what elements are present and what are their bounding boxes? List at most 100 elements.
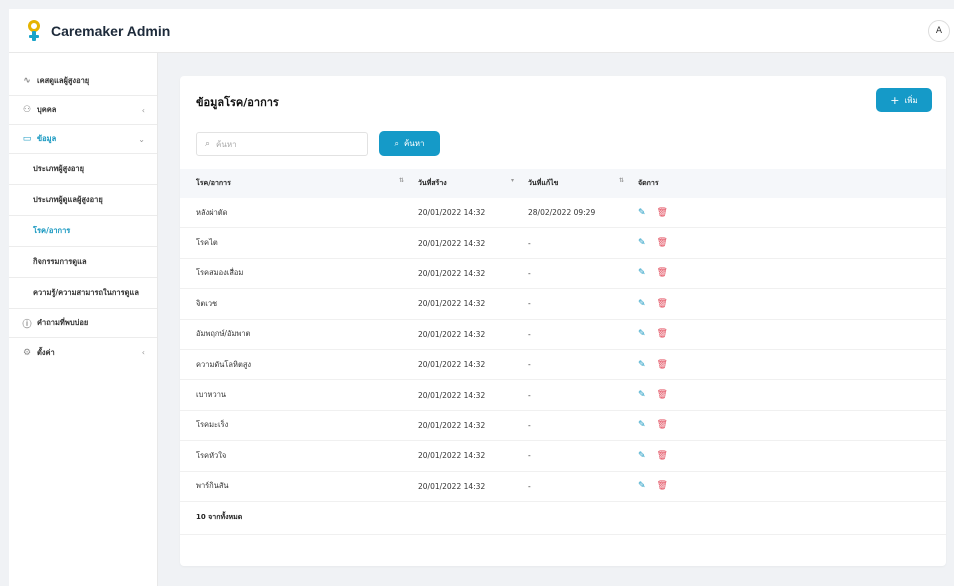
- cell-disease: อัมพฤกษ์/อัมพาต: [196, 329, 251, 339]
- trash-icon[interactable]: 🗑: [657, 238, 668, 248]
- sidebar-item-faq[interactable]: ⓘ คำถามที่พบบ่อย: [9, 309, 157, 338]
- content-card: ข้อมูลโรค/อาการ + เพิ่ม ⌕ ⌕ ค้นหา โรค/อา…: [180, 76, 946, 566]
- edit-icon[interactable]: ✎: [638, 299, 646, 309]
- sidebar-item-label: คำถามที่พบบ่อย: [37, 318, 89, 327]
- app-logo[interactable]: Caremaker Admin: [9, 19, 171, 42]
- cell-actions: ✎ 🗑: [638, 420, 738, 430]
- sort-icon[interactable]: ⇅: [399, 177, 404, 184]
- sidebar-item-elderly-cases[interactable]: ∿ เคสดูแลผู้สูงอายุ: [9, 67, 157, 96]
- cell-actions: ✎ 🗑: [638, 268, 738, 278]
- sidebar-subitem-diseases[interactable]: โรค/อาการ: [9, 216, 157, 247]
- cell-created: 20/01/2022 14:32: [418, 481, 486, 491]
- users-icon: ⚇: [22, 105, 32, 115]
- sort-icon[interactable]: ⇅: [619, 177, 624, 184]
- cell-created: 20/01/2022 14:32: [418, 420, 486, 430]
- activity-icon: ∿: [23, 76, 31, 86]
- table-row: หลังผ่าตัด 20/01/2022 14:32 28/02/2022 09:…: [180, 198, 946, 229]
- edit-icon[interactable]: ✎: [638, 420, 646, 430]
- edit-icon[interactable]: ✎: [638, 268, 646, 278]
- cell-created: 20/01/2022 14:32: [418, 208, 486, 218]
- cell-updated: -: [528, 268, 531, 278]
- edit-icon[interactable]: ✎: [638, 390, 646, 400]
- search-field[interactable]: ⌕: [196, 132, 368, 156]
- sidebar-item-data[interactable]: ▭ ข้อมูล ⌄: [9, 125, 157, 154]
- cell-disease: จิตเวช: [196, 298, 218, 308]
- cell-updated: -: [528, 299, 531, 309]
- cell-created: 20/01/2022 14:32: [418, 299, 486, 309]
- edit-icon[interactable]: ✎: [638, 238, 646, 248]
- trash-icon[interactable]: 🗑: [657, 481, 668, 491]
- add-button[interactable]: + เพิ่ม: [876, 88, 932, 112]
- search-input[interactable]: [216, 139, 357, 149]
- plus-icon: +: [890, 93, 900, 107]
- edit-icon[interactable]: ✎: [638, 451, 646, 461]
- cell-updated: -: [528, 329, 531, 339]
- sidebar-subitem-elderly-types[interactable]: ประเภทผู้สูงอายุ: [9, 154, 157, 185]
- sidebar-item-people[interactable]: ⚇ บุคคล ‹: [9, 96, 157, 125]
- cell-created: 20/01/2022 14:32: [418, 390, 486, 400]
- table-row: ความดันโลหิตสูง 20/01/2022 14:32- ✎ 🗑: [180, 350, 946, 381]
- trash-icon[interactable]: 🗑: [657, 360, 668, 370]
- cell-actions: ✎ 🗑: [638, 329, 738, 339]
- row-count: 10 จากทั้งหมด: [196, 513, 243, 522]
- gear-icon: ⚙: [22, 347, 32, 358]
- sidebar-item-label: ตั้งค่า: [37, 347, 55, 357]
- sidebar-item-label: บุคคล: [37, 105, 57, 114]
- column-header-actions: จัดการ: [638, 179, 659, 187]
- app-title: Caremaker Admin: [51, 22, 171, 39]
- cell-actions: ✎ 🗑: [638, 451, 738, 461]
- table-row: โรคสมองเสื่อม 20/01/2022 14:32- ✎ 🗑: [180, 259, 946, 290]
- sidebar-item-settings[interactable]: ⚙ ตั้งค่า ‹: [9, 338, 157, 367]
- chevron-down-icon: ⌄: [138, 134, 145, 144]
- edit-icon[interactable]: ✎: [638, 481, 646, 491]
- chevron-left-icon: ‹: [141, 348, 145, 357]
- cell-created: 20/01/2022 14:32: [418, 268, 486, 278]
- sidebar-subitem-care-activities[interactable]: กิจกรรมการดูแล: [9, 247, 157, 278]
- cell-actions: ✎ 🗑: [638, 390, 738, 400]
- table-row: โรคไต 20/01/2022 14:32- ✎ 🗑: [180, 228, 946, 259]
- chevron-left-icon: ‹: [141, 105, 145, 115]
- trash-icon[interactable]: 🗑: [657, 329, 668, 339]
- trash-icon[interactable]: 🗑: [657, 299, 668, 309]
- sidebar: ∿ เคสดูแลผู้สูงอายุ ⚇ บุคคล ‹ ▭ ข้อมูล ⌄…: [9, 53, 158, 586]
- column-header-disease[interactable]: โรค/อาการ ⇅: [196, 177, 418, 189]
- caremaker-logo-icon: [27, 19, 41, 42]
- sidebar-subitem-caregiver-types[interactable]: ประเภทผู้ดูแลผู้สูงอายุ: [9, 185, 157, 216]
- disease-table: โรค/อาการ ⇅ วันที่สร้าง ▾ วันที่แก้ไข ⇅ …: [180, 169, 946, 535]
- user-avatar[interactable]: A: [928, 20, 950, 42]
- table-row: อัมพฤกษ์/อัมพาต 20/01/2022 14:32- ✎ 🗑: [180, 320, 946, 350]
- cell-updated: -: [528, 420, 531, 430]
- trash-icon[interactable]: 🗑: [657, 420, 668, 430]
- sidebar-item-label: ข้อมูล: [37, 134, 57, 143]
- search-icon: ⌕: [394, 138, 399, 148]
- cell-updated: -: [528, 451, 531, 461]
- cell-updated: 28/02/2022 09:29: [528, 208, 596, 218]
- table-row: โรคหัวใจ 20/01/2022 14:32- ✎ 🗑: [180, 441, 946, 472]
- search-icon: ⌕: [205, 139, 211, 149]
- trash-icon[interactable]: 🗑: [657, 451, 668, 461]
- column-header-created[interactable]: วันที่สร้าง ▾: [418, 177, 528, 189]
- table-row: โรคมะเร็ง 20/01/2022 14:32- ✎ 🗑: [180, 411, 946, 442]
- cell-disease: พาร์กินสัน: [196, 481, 229, 491]
- table-footer: 10 จากทั้งหมด: [180, 502, 946, 535]
- edit-icon[interactable]: ✎: [638, 360, 646, 370]
- search-button[interactable]: ⌕ ค้นหา: [379, 131, 440, 156]
- cell-actions: ✎ 🗑: [638, 299, 738, 309]
- question-icon: ⓘ: [22, 319, 32, 330]
- cell-disease: หลังผ่าตัด: [196, 207, 228, 217]
- cell-created: 20/01/2022 14:32: [418, 238, 486, 248]
- edit-icon[interactable]: ✎: [638, 329, 646, 339]
- table-row: เบาหวาน 20/01/2022 14:32- ✎ 🗑: [180, 380, 946, 411]
- trash-icon[interactable]: 🗑: [657, 268, 668, 278]
- trash-icon[interactable]: 🗑: [657, 208, 668, 218]
- sort-desc-icon[interactable]: ▾: [511, 177, 514, 184]
- trash-icon[interactable]: 🗑: [657, 390, 668, 400]
- sidebar-subitem-care-skills[interactable]: ความรู้/ความสามารถในการดูแล: [9, 278, 157, 309]
- cell-created: 20/01/2022 14:32: [418, 451, 486, 461]
- search-button-label: ค้นหา: [403, 139, 425, 148]
- edit-icon[interactable]: ✎: [638, 208, 646, 218]
- database-icon: ▭: [22, 134, 32, 144]
- cell-actions: ✎ 🗑: [638, 360, 738, 370]
- top-header: Caremaker Admin A: [9, 9, 954, 53]
- column-header-updated[interactable]: วันที่แก้ไข ⇅: [528, 177, 638, 189]
